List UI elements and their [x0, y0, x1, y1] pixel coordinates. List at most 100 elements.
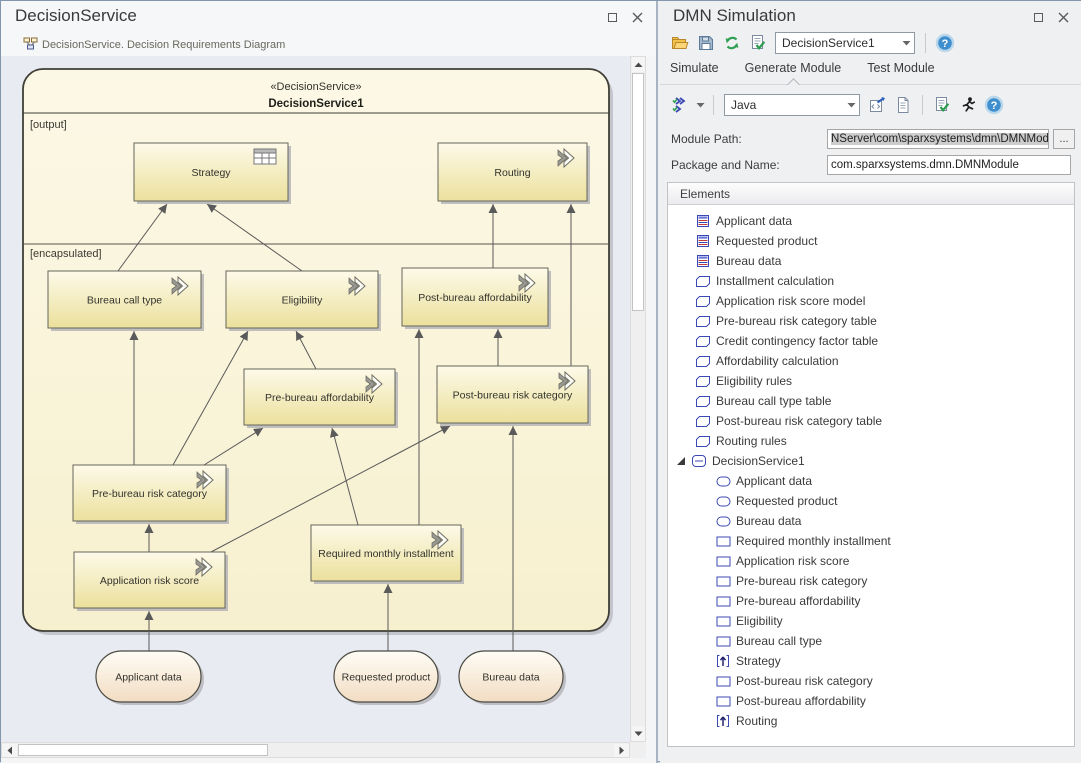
- open-folder-icon[interactable]: [668, 31, 692, 55]
- input-data-node-bureau-data[interactable]: Bureau data: [459, 651, 566, 705]
- tree-item-credit-contingency-factor-table[interactable]: Credit contingency factor table: [668, 331, 1074, 351]
- expander-icon[interactable]: [676, 456, 688, 466]
- maximize-icon[interactable]: [606, 11, 619, 24]
- scroll-up-icon[interactable]: [632, 57, 645, 72]
- rectref-element-icon: [714, 536, 732, 547]
- diagram-canvas[interactable]: «DecisionService»DecisionService1[output…: [1, 56, 630, 742]
- scroll-right-icon[interactable]: [614, 744, 629, 757]
- chevron-down-icon[interactable]: [843, 95, 859, 115]
- decision-node-pre-bureau-affordability[interactable]: Pre-bureau affordability: [244, 369, 398, 428]
- simulation-toolbar: DecisionService1?: [668, 31, 957, 55]
- tree-item-label: Requested product: [716, 234, 817, 248]
- help-icon[interactable]: ?: [982, 93, 1006, 117]
- output-element-icon: [714, 654, 732, 668]
- tree-item-affordability-calculation[interactable]: Affordability calculation: [668, 351, 1074, 371]
- tree-item-eligibility[interactable]: Eligibility: [668, 611, 1074, 631]
- rectref-element-icon: [714, 556, 732, 567]
- tree-item-eligibility-rules[interactable]: Eligibility rules: [668, 371, 1074, 391]
- close-icon[interactable]: [631, 11, 644, 24]
- toolbar-separator: [713, 95, 714, 115]
- tree-item-bureau-data[interactable]: Bureau data: [668, 511, 1074, 531]
- chevron-down-icon[interactable]: [898, 33, 914, 53]
- tree-item-label: Application risk score: [736, 554, 849, 568]
- decision-service-combo[interactable]: DecisionService1: [775, 32, 915, 54]
- rectref-element-icon: [714, 636, 732, 647]
- save-icon[interactable]: [694, 31, 718, 55]
- decision-node-pre-bureau-risk-category[interactable]: Pre-bureau risk category: [73, 465, 229, 524]
- tab-generate-module[interactable]: Generate Module: [745, 61, 842, 75]
- vertical-scroll-thumb[interactable]: [632, 73, 644, 311]
- vertical-scrollbar[interactable]: [630, 56, 646, 742]
- tree-item-routing[interactable]: Routing: [668, 711, 1074, 731]
- tree-item-routing-rules[interactable]: Routing rules: [668, 431, 1074, 451]
- tree-item-label: Pre-bureau risk category table: [716, 314, 877, 328]
- module-path-row: Module Path: NServer\com\sparxsystems\dm…: [671, 128, 1075, 149]
- validate-module-icon[interactable]: [746, 31, 770, 55]
- tree-item-applicant-data[interactable]: Applicant data: [668, 211, 1074, 231]
- help-icon[interactable]: ?: [933, 31, 957, 55]
- service-element-icon: [690, 454, 708, 468]
- tree-item-bureau-data[interactable]: Bureau data: [668, 251, 1074, 271]
- tree-item-requested-product[interactable]: Requested product: [668, 491, 1074, 511]
- input-data-node-applicant-data[interactable]: Applicant data: [96, 651, 204, 705]
- decision-node-routing[interactable]: Routing: [438, 143, 590, 204]
- rectref-element-icon: [714, 696, 732, 707]
- tab-simulate[interactable]: Simulate: [670, 61, 719, 75]
- decision-table-icon: [254, 149, 276, 164]
- validate-module-icon[interactable]: [930, 93, 954, 117]
- node-label: Bureau call type: [87, 295, 162, 307]
- scroll-left-icon[interactable]: [2, 744, 17, 757]
- tree-item-decisionservice1[interactable]: DecisionService1: [668, 451, 1074, 471]
- maximize-icon[interactable]: [1032, 11, 1045, 24]
- tree-item-application-risk-score-model[interactable]: Application risk score model: [668, 291, 1074, 311]
- tree-item-requested-product[interactable]: Requested product: [668, 231, 1074, 251]
- decision-node-post-bureau-affordability[interactable]: Post-bureau affordability: [402, 268, 551, 329]
- decision-node-strategy[interactable]: Strategy: [134, 143, 291, 204]
- tree-item-label: Routing: [736, 714, 777, 728]
- horizontal-scroll-thumb[interactable]: [18, 744, 268, 756]
- dropdown-caret-icon[interactable]: [694, 93, 706, 117]
- tree-item-pre-bureau-affordability[interactable]: Pre-bureau affordability: [668, 591, 1074, 611]
- tree-item-label: Bureau data: [736, 514, 801, 528]
- elements-panel: Elements Applicant dataRequested product…: [667, 182, 1075, 747]
- package-name-input[interactable]: com.sparxsystems.dmn.DMNModule: [827, 155, 1071, 175]
- tree-item-required-monthly-installment[interactable]: Required monthly installment: [668, 531, 1074, 551]
- run-icon[interactable]: [956, 93, 980, 117]
- tree-item-post-bureau-risk-category-table[interactable]: Post-bureau risk category table: [668, 411, 1074, 431]
- decision-node-required-monthly-installment[interactable]: Required monthly installment: [311, 525, 464, 584]
- tree-item-application-risk-score[interactable]: Application risk score: [668, 551, 1074, 571]
- tree-item-installment-calculation[interactable]: Installment calculation: [668, 271, 1074, 291]
- ovalref-element-icon: [714, 496, 732, 507]
- tab-test-module[interactable]: Test Module: [867, 61, 934, 75]
- tree-item-label: Bureau call type table: [716, 394, 831, 408]
- close-icon[interactable]: [1057, 11, 1070, 24]
- decision-node-application-risk-score[interactable]: Application risk score: [74, 552, 228, 611]
- module-path-input[interactable]: NServer\com\sparxsystems\dmn\DMNModule.j…: [827, 129, 1049, 149]
- refresh-icon[interactable]: [720, 31, 744, 55]
- tree-item-bureau-call-type[interactable]: Bureau call type: [668, 631, 1074, 651]
- scroll-down-icon[interactable]: [632, 726, 645, 741]
- tree-item-bureau-call-type-table[interactable]: Bureau call type table: [668, 391, 1074, 411]
- encapsulated-compartment-label: [encapsulated]: [30, 248, 102, 260]
- decision-node-eligibility[interactable]: Eligibility: [226, 271, 381, 331]
- tree-item-pre-bureau-risk-category[interactable]: Pre-bureau risk category: [668, 571, 1074, 591]
- browse-button[interactable]: ...: [1053, 129, 1075, 149]
- view-code-icon[interactable]: [865, 93, 889, 117]
- bkm-element-icon: [694, 295, 712, 308]
- diagram-window-header: DecisionService DecisionService. Decisio: [1, 1, 656, 56]
- tree-item-strategy[interactable]: Strategy: [668, 651, 1074, 671]
- tree-item-pre-bureau-risk-category-table[interactable]: Pre-bureau risk category table: [668, 311, 1074, 331]
- breadcrumb: DecisionService. Decision Requirements D…: [42, 39, 285, 51]
- tree-item-post-bureau-affordability[interactable]: Post-bureau affordability: [668, 691, 1074, 711]
- decision-node-bureau-call-type[interactable]: Bureau call type: [48, 271, 204, 331]
- document-icon[interactable]: [891, 93, 915, 117]
- tree-item-applicant-data[interactable]: Applicant data: [668, 471, 1074, 491]
- language-combo[interactable]: Java: [724, 94, 860, 116]
- input-data-node-requested-product[interactable]: Requested product: [334, 651, 441, 705]
- generate-scripts-icon[interactable]: [668, 93, 692, 117]
- decision-node-post-bureau-risk-category[interactable]: Post-bureau risk category: [437, 366, 591, 426]
- horizontal-scrollbar[interactable]: [1, 742, 630, 758]
- dmn-simulation-panel: DMN Simulation DecisionService1? Simulat…: [660, 1, 1081, 763]
- tree-item-post-bureau-risk-category[interactable]: Post-bureau risk category: [668, 671, 1074, 691]
- tree-item-label: Bureau call type: [736, 634, 822, 648]
